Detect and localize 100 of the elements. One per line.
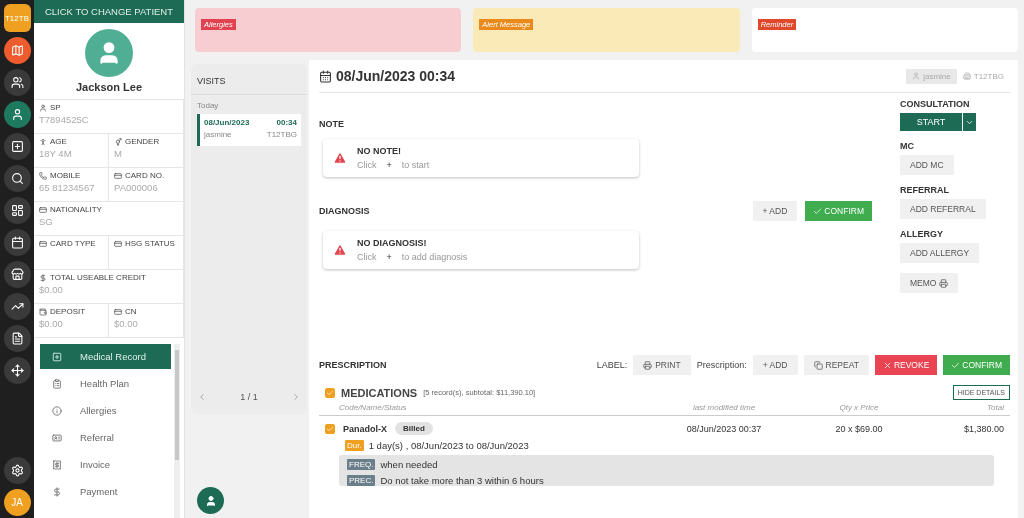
user-fab[interactable] <box>197 487 224 514</box>
add-button[interactable]: + ADD <box>752 355 798 375</box>
plus-sign: + <box>386 252 392 262</box>
hint-text: Click <box>357 252 377 262</box>
dollar-icon <box>39 273 47 282</box>
detail-tag: PREC. <box>347 475 376 486</box>
table-cell-text: 20 x $69.00 <box>834 423 884 434</box>
nav-button[interactable] <box>3 197 31 224</box>
check-icon <box>813 206 823 216</box>
menu-item[interactable]: Invoice <box>40 452 171 477</box>
field-value: 18Y 4M <box>39 148 73 159</box>
visit-time: 00:34 <box>276 118 297 127</box>
field-label: HSG STATUS <box>125 239 175 248</box>
field-label: CARD NO. <box>125 171 165 180</box>
field-value: 65 81234567 <box>39 182 96 193</box>
field-value: T7894525C <box>39 114 90 125</box>
dropdown-button[interactable] <box>962 113 976 131</box>
field-label: CN <box>125 307 137 316</box>
printer-icon <box>939 278 949 288</box>
menu-item[interactable]: Payment <box>40 479 171 504</box>
visit-item[interactable]: 08/Jun/2023 00:34 jasmine T12TBG <box>197 114 301 146</box>
column-header: Code/Name/Status <box>339 403 408 412</box>
section-title: CONSULTATION <box>900 99 971 109</box>
menu-item[interactable]: Medical Record <box>40 344 171 369</box>
scrollbar[interactable] <box>174 344 180 518</box>
visit-user: jasmine <box>204 130 232 139</box>
nav-button[interactable] <box>3 261 31 288</box>
column-header: Total <box>985 403 1004 412</box>
gender-icon <box>114 137 122 146</box>
field-label: CARD TYPE <box>50 239 96 248</box>
visit-date: 08/Jun/2023 <box>204 118 250 127</box>
nav-button[interactable] <box>3 69 31 96</box>
field-label: MOBILE <box>50 171 81 180</box>
start-button[interactable]: START <box>900 113 962 131</box>
table-cell-text: 08/Jun/2023 00:37 <box>685 423 763 434</box>
user-icon <box>10 108 24 121</box>
section-title: REFERRAL <box>900 185 950 195</box>
detail-tag: FREQ. <box>347 459 376 470</box>
hint-text: Click <box>357 160 377 170</box>
table-cell-text: $1,380.00 <box>962 423 1004 434</box>
check-icon <box>951 360 961 370</box>
users-icon <box>10 76 24 89</box>
checkbox[interactable] <box>325 423 335 434</box>
card-icon <box>114 239 122 248</box>
visit-terminal: T12TBG <box>266 130 297 139</box>
user-icon <box>39 103 47 112</box>
field-value: $0.00 <box>114 318 139 329</box>
detail-text: when needed <box>380 459 438 470</box>
menu-item[interactable]: Health Plan <box>40 371 171 396</box>
close-icon <box>882 360 892 370</box>
repeat-button[interactable]: REPEAT <box>803 355 869 375</box>
memo-button[interactable]: MEMO <box>900 273 959 293</box>
copy-icon <box>813 360 823 370</box>
person-icon <box>39 137 47 146</box>
field-label: NATIONALITY <box>50 205 102 214</box>
nav-button[interactable] <box>3 293 31 320</box>
add-button[interactable]: ADD MC <box>900 155 954 175</box>
field-value: $0.00 <box>39 318 64 329</box>
field-label: GENDER <box>125 137 160 146</box>
menu-item[interactable]: Allergies <box>40 398 171 423</box>
add-button[interactable]: + ADD <box>752 201 798 221</box>
change-patient-button[interactable]: CLICK TO CHANGE PATIENT <box>34 0 184 23</box>
printer-icon <box>643 360 653 370</box>
checkbox[interactable] <box>325 387 335 398</box>
revoke-button[interactable]: REVOKE <box>874 355 938 375</box>
dollar-icon <box>52 486 62 497</box>
hint-text: to start <box>401 160 430 170</box>
patient-name: Jackson Lee <box>74 81 143 93</box>
search-icon <box>10 172 24 185</box>
id-card-icon <box>52 432 62 443</box>
settings-button[interactable] <box>3 457 31 484</box>
store-icon <box>10 268 24 281</box>
add-button[interactable]: ADD REFERRAL <box>900 199 986 219</box>
settings-icon <box>10 464 24 477</box>
nav-button[interactable] <box>3 101 31 128</box>
print-button[interactable]: PRINT <box>633 355 691 375</box>
field-value: $0.00 <box>39 284 64 295</box>
duration-text: 1 day(s) , 08/Jun/2023 to 08/Jun/2023 <box>368 440 529 451</box>
wallet-icon <box>39 307 47 316</box>
nav-button[interactable] <box>3 37 31 64</box>
nav-button[interactable] <box>3 357 31 384</box>
status-tag: Billed <box>395 422 433 435</box>
add-button[interactable]: ADD ALLERGY <box>900 243 980 263</box>
medication-name: Panadol-X <box>343 423 387 434</box>
move-icon <box>10 364 24 377</box>
document-icon <box>10 332 24 345</box>
nav-button[interactable] <box>3 325 31 352</box>
hint-text: to add diagnosis <box>401 252 468 262</box>
nav-button[interactable] <box>3 133 31 160</box>
terminal-label: T12TBG <box>973 71 1004 81</box>
medications-title: MEDICATIONS <box>341 386 418 399</box>
nav-button[interactable] <box>3 229 31 256</box>
dashboard-icon <box>10 204 24 217</box>
label-caption: LABEL: <box>596 360 628 370</box>
section-title: ALLERGY <box>900 229 944 239</box>
clipboard-icon <box>52 378 62 389</box>
nav-button[interactable] <box>3 165 31 192</box>
field-value: PA000006 <box>114 182 159 193</box>
card-icon <box>39 205 47 214</box>
menu-item[interactable]: Referral <box>40 425 171 450</box>
